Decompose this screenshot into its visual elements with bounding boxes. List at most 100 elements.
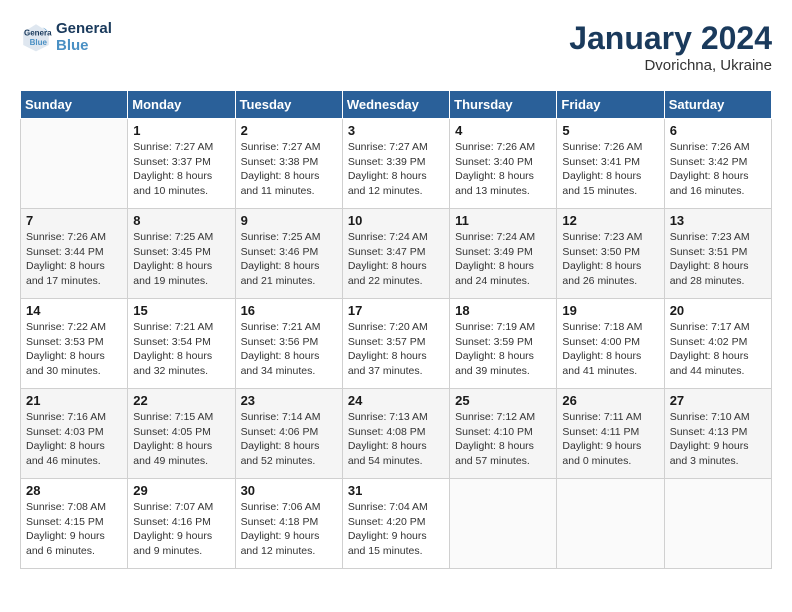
logo-blue: Blue: [56, 37, 112, 54]
day-info: Sunrise: 7:13 AMSunset: 4:08 PMDaylight:…: [348, 410, 444, 469]
day-number: 30: [241, 483, 337, 498]
day-number: 1: [133, 123, 229, 138]
day-info: Sunrise: 7:27 AMSunset: 3:39 PMDaylight:…: [348, 140, 444, 199]
day-info: Sunrise: 7:08 AMSunset: 4:15 PMDaylight:…: [26, 500, 122, 559]
day-number: 7: [26, 213, 122, 228]
day-cell: 22 Sunrise: 7:15 AMSunset: 4:05 PMDayligh…: [128, 389, 235, 479]
day-number: 5: [562, 123, 658, 138]
day-info: Sunrise: 7:17 AMSunset: 4:02 PMDaylight:…: [670, 320, 766, 379]
logo-general: General: [56, 20, 112, 37]
day-info: Sunrise: 7:12 AMSunset: 4:10 PMDaylight:…: [455, 410, 551, 469]
day-info: Sunrise: 7:26 AMSunset: 3:44 PMDaylight:…: [26, 230, 122, 289]
day-number: 20: [670, 303, 766, 318]
location-subtitle: Dvorichna, Ukraine: [569, 57, 772, 74]
day-cell: 10Sunrise: 7:24 AMSunset: 3:47 PMDayligh…: [342, 209, 449, 299]
header-row: SundayMondayTuesdayWednesdayThursdayFrid…: [21, 91, 772, 119]
day-cell: [664, 479, 771, 569]
day-info: Sunrise: 7:21 AMSunset: 3:56 PMDaylight:…: [241, 320, 337, 379]
day-info: Sunrise: 7:24 AMSunset: 3:47 PMDaylight:…: [348, 230, 444, 289]
header: General Blue General Blue January 2024 D…: [20, 20, 772, 74]
weekday-header-saturday: Saturday: [664, 91, 771, 119]
day-info: Sunrise: 7:16 AMSunset: 4:03 PMDaylight:…: [26, 410, 122, 469]
calendar-table: SundayMondayTuesdayWednesdayThursdayFrid…: [20, 90, 772, 569]
svg-text:Blue: Blue: [30, 38, 48, 47]
weekday-header-tuesday: Tuesday: [235, 91, 342, 119]
day-cell: 31Sunrise: 7:04 AMSunset: 4:20 PMDayligh…: [342, 479, 449, 569]
day-number: 9: [241, 213, 337, 228]
day-number: 8: [133, 213, 229, 228]
day-cell: 14 Sunrise: 7:22 AMSunset: 3:53 PMDayligh…: [21, 299, 128, 389]
day-number: 25: [455, 393, 551, 408]
day-cell: 2Sunrise: 7:27 AMSunset: 3:38 PMDaylight…: [235, 119, 342, 209]
day-cell: 26Sunrise: 7:11 AMSunset: 4:11 PMDayligh…: [557, 389, 664, 479]
day-info: Sunrise: 7:18 AMSunset: 4:00 PMDaylight:…: [562, 320, 658, 379]
day-info: Sunrise: 7:26 AMSunset: 3:40 PMDaylight:…: [455, 140, 551, 199]
day-number: 17: [348, 303, 444, 318]
day-number: 14: [26, 303, 122, 318]
day-number: 16: [241, 303, 337, 318]
calendar-header: SundayMondayTuesdayWednesdayThursdayFrid…: [21, 91, 772, 119]
day-info: Sunrise: 7:23 AMSunset: 3:51 PMDaylight:…: [670, 230, 766, 289]
calendar-body: 1Sunrise: 7:27 AMSunset: 3:37 PMDaylight…: [21, 119, 772, 569]
day-cell: 6 Sunrise: 7:26 AMSunset: 3:42 PMDaylight…: [664, 119, 771, 209]
day-info: Sunrise: 7:27 AMSunset: 3:38 PMDaylight:…: [241, 140, 337, 199]
day-cell: 16 Sunrise: 7:21 AMSunset: 3:56 PMDayligh…: [235, 299, 342, 389]
day-cell: 28Sunrise: 7:08 AMSunset: 4:15 PMDayligh…: [21, 479, 128, 569]
day-cell: 17 Sunrise: 7:20 AMSunset: 3:57 PMDayligh…: [342, 299, 449, 389]
day-number: 4: [455, 123, 551, 138]
weekday-header-sunday: Sunday: [21, 91, 128, 119]
day-cell: 1Sunrise: 7:27 AMSunset: 3:37 PMDaylight…: [128, 119, 235, 209]
day-cell: 13 Sunrise: 7:23 AMSunset: 3:51 PMDayligh…: [664, 209, 771, 299]
day-cell: 15Sunrise: 7:21 AMSunset: 3:54 PMDayligh…: [128, 299, 235, 389]
day-info: Sunrise: 7:15 AMSunset: 4:05 PMDaylight:…: [133, 410, 229, 469]
day-info: Sunrise: 7:26 AMSunset: 3:41 PMDaylight:…: [562, 140, 658, 199]
day-info: Sunrise: 7:20 AMSunset: 3:57 PMDaylight:…: [348, 320, 444, 379]
day-info: Sunrise: 7:25 AMSunset: 3:46 PMDaylight:…: [241, 230, 337, 289]
day-number: 19: [562, 303, 658, 318]
day-number: 12: [562, 213, 658, 228]
day-cell: 24 Sunrise: 7:13 AMSunset: 4:08 PMDayligh…: [342, 389, 449, 479]
day-cell: 23Sunrise: 7:14 AMSunset: 4:06 PMDayligh…: [235, 389, 342, 479]
day-info: Sunrise: 7:14 AMSunset: 4:06 PMDaylight:…: [241, 410, 337, 469]
day-cell: 7 Sunrise: 7:26 AMSunset: 3:44 PMDaylight…: [21, 209, 128, 299]
day-number: 21: [26, 393, 122, 408]
month-title: January 2024: [569, 20, 772, 57]
week-row-4: 21 Sunrise: 7:16 AMSunset: 4:03 PMDayligh…: [21, 389, 772, 479]
day-number: 18: [455, 303, 551, 318]
week-row-1: 1Sunrise: 7:27 AMSunset: 3:37 PMDaylight…: [21, 119, 772, 209]
logo-icon: General Blue: [20, 21, 52, 53]
day-cell: 3Sunrise: 7:27 AMSunset: 3:39 PMDaylight…: [342, 119, 449, 209]
day-cell: 12 Sunrise: 7:23 AMSunset: 3:50 PMDayligh…: [557, 209, 664, 299]
logo: General Blue General Blue: [20, 20, 112, 54]
weekday-header-thursday: Thursday: [450, 91, 557, 119]
day-number: 24: [348, 393, 444, 408]
weekday-header-monday: Monday: [128, 91, 235, 119]
day-number: 6: [670, 123, 766, 138]
day-cell: 19 Sunrise: 7:18 AMSunset: 4:00 PMDayligh…: [557, 299, 664, 389]
svg-text:General: General: [24, 28, 52, 37]
title-area: January 2024 Dvorichna, Ukraine: [569, 20, 772, 74]
day-info: Sunrise: 7:26 AMSunset: 3:42 PMDaylight:…: [670, 140, 766, 199]
day-cell: 25 Sunrise: 7:12 AMSunset: 4:10 PMDayligh…: [450, 389, 557, 479]
day-info: Sunrise: 7:19 AMSunset: 3:59 PMDaylight:…: [455, 320, 551, 379]
day-info: Sunrise: 7:23 AMSunset: 3:50 PMDaylight:…: [562, 230, 658, 289]
day-info: Sunrise: 7:10 AMSunset: 4:13 PMDaylight:…: [670, 410, 766, 469]
day-number: 13: [670, 213, 766, 228]
day-number: 26: [562, 393, 658, 408]
day-number: 29: [133, 483, 229, 498]
day-info: Sunrise: 7:25 AMSunset: 3:45 PMDaylight:…: [133, 230, 229, 289]
day-cell: 29Sunrise: 7:07 AMSunset: 4:16 PMDayligh…: [128, 479, 235, 569]
day-number: 11: [455, 213, 551, 228]
day-info: Sunrise: 7:06 AMSunset: 4:18 PMDaylight:…: [241, 500, 337, 559]
day-cell: 27Sunrise: 7:10 AMSunset: 4:13 PMDayligh…: [664, 389, 771, 479]
day-cell: 5 Sunrise: 7:26 AMSunset: 3:41 PMDaylight…: [557, 119, 664, 209]
day-info: Sunrise: 7:22 AMSunset: 3:53 PMDaylight:…: [26, 320, 122, 379]
day-number: 31: [348, 483, 444, 498]
day-cell: 11Sunrise: 7:24 AMSunset: 3:49 PMDayligh…: [450, 209, 557, 299]
week-row-5: 28Sunrise: 7:08 AMSunset: 4:15 PMDayligh…: [21, 479, 772, 569]
week-row-3: 14 Sunrise: 7:22 AMSunset: 3:53 PMDayligh…: [21, 299, 772, 389]
weekday-header-wednesday: Wednesday: [342, 91, 449, 119]
day-number: 22: [133, 393, 229, 408]
week-row-2: 7 Sunrise: 7:26 AMSunset: 3:44 PMDaylight…: [21, 209, 772, 299]
day-cell: 30 Sunrise: 7:06 AMSunset: 4:18 PMDayligh…: [235, 479, 342, 569]
